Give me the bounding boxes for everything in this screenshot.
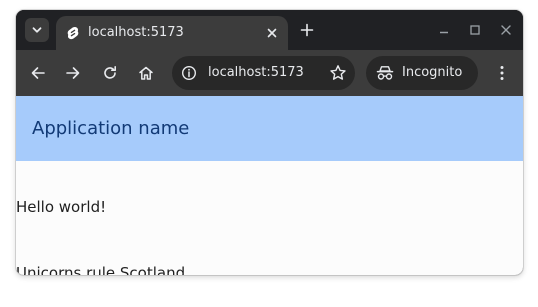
forward-button[interactable] (63, 63, 83, 83)
browser-menu-button[interactable] (492, 63, 512, 83)
new-tab-button[interactable] (298, 21, 316, 39)
close-icon (501, 25, 511, 35)
incognito-label: Incognito (402, 65, 463, 80)
star-icon[interactable] (329, 64, 347, 82)
reload-icon (104, 66, 116, 79)
tab-localhost[interactable]: localhost:5173 (56, 16, 288, 50)
address-url[interactable]: localhost:5173 (208, 64, 304, 82)
reload-button[interactable] (100, 63, 120, 83)
close-window-button[interactable] (498, 22, 514, 38)
tab-title: localhost:5173 (88, 25, 184, 40)
chevron-down-icon (32, 27, 42, 33)
plus-icon (300, 23, 314, 37)
home-button[interactable] (136, 63, 156, 83)
app-name: Application name (32, 118, 190, 139)
maximize-icon (470, 25, 480, 35)
browser-window: localhost:5173 localhost:5173 Incognito … (16, 10, 523, 275)
info-icon[interactable] (181, 65, 197, 81)
arrow-left-icon (31, 67, 45, 79)
unicorns-text: Unicorns rule Scotland (16, 264, 186, 275)
maximize-button[interactable] (467, 22, 483, 38)
arrow-right-icon (66, 67, 80, 79)
incognito-icon (376, 66, 394, 80)
minimize-button[interactable] (436, 22, 452, 38)
incognito-button[interactable]: Incognito (366, 56, 478, 90)
svelte-logo-icon (67, 26, 79, 40)
browser-toolbar: localhost:5173 Incognito (16, 50, 523, 96)
back-button[interactable] (28, 63, 48, 83)
tab-search-button[interactable] (25, 18, 49, 42)
page-viewport: Application name Hello world! Unicorns r… (16, 96, 523, 275)
home-icon (139, 66, 153, 80)
app-header: Application name (16, 96, 523, 161)
kebab-menu-icon (500, 66, 504, 80)
tab-strip: localhost:5173 (16, 10, 523, 50)
minimize-icon (440, 31, 448, 34)
close-icon (267, 28, 277, 38)
address-bar[interactable]: localhost:5173 (172, 56, 355, 90)
tab-close-button[interactable] (264, 25, 280, 41)
hello-text: Hello world! (16, 198, 107, 216)
